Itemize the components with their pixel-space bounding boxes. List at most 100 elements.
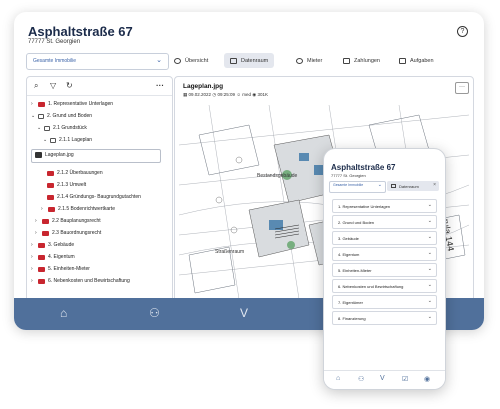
tree-item[interactable]: › 4. Eigentum (31, 252, 75, 262)
home-icon[interactable]: ⌂ (60, 306, 67, 320)
folder-tree-panel: ⌕ ▽ ↻ ··· › 1. Representative Unterlagen… (26, 76, 173, 302)
folder-open-icon (50, 137, 56, 143)
chevron-down-icon: ⌄ (427, 314, 432, 320)
list-item[interactable]: 3. Gebäude ⌄ (332, 231, 437, 245)
help-icon[interactable]: ? (457, 26, 468, 37)
page-subtitle: 77777 St. Georgien (331, 173, 366, 178)
logo-icon[interactable]: V (240, 306, 248, 320)
tree-item[interactable]: › 2.1.5 Bodenrichtwertkarte (41, 204, 115, 214)
tree-item[interactable]: ⌄ 2.1.1 Lageplan (43, 135, 92, 145)
folder-icon (47, 194, 54, 200)
folder-icon (42, 230, 49, 236)
folder-icon (47, 170, 54, 176)
chevron-right-icon: › (35, 218, 37, 224)
chevron-down-icon: ⌄ (37, 125, 42, 131)
chevron-right-icon: › (31, 266, 33, 272)
folder-icon (38, 266, 45, 272)
refresh-icon[interactable]: ↻ (66, 81, 73, 90)
chevron-right-icon: › (41, 206, 43, 212)
file-title: Lageplan.jpg (183, 83, 224, 90)
chevron-down-icon: ⌄ (43, 137, 48, 143)
list-item[interactable]: 4. Eigentum ⌄ (332, 247, 437, 261)
tree-item[interactable]: › 2.3 Bauordnungsrecht (35, 228, 101, 238)
home-icon[interactable]: ⌂ (336, 375, 340, 382)
chevron-down-icon: ⌄ (427, 250, 432, 256)
tab-label: Datenraum (399, 183, 419, 189)
phone-window: Asphaltstraße 67 77777 St. Georgien Gesa… (323, 148, 446, 390)
tasks-icon[interactable]: ☑ (402, 375, 408, 383)
tree-item[interactable]: 2.1.4 Gründungs- Baugrundgutachten (47, 192, 141, 202)
account-icon[interactable]: ◉ (424, 375, 430, 383)
clock-icon: ◷ (212, 92, 217, 97)
list-item[interactable]: 7. Eigentümer ⌄ (332, 295, 437, 309)
file-meta: ▦ 09.02.2022 ◷ 09:25:09 ☺ med ◉ 301K (183, 92, 268, 98)
users-icon[interactable]: ⚇ (149, 306, 160, 320)
chevron-right-icon: › (35, 230, 37, 236)
more-icon[interactable]: ··· (156, 81, 164, 90)
tab-tasks[interactable]: Aufgaben (393, 53, 440, 68)
page-title: Asphaltstraße 67 (28, 24, 133, 39)
property-select-value: Gesamte Immobilie (33, 58, 77, 64)
logo-icon[interactable]: V (380, 375, 385, 382)
tree-item[interactable]: › 6. Nebenkosten und Bewirtschaftung (31, 276, 130, 286)
tree-item[interactable]: 2.1.2 Überbauungen (47, 168, 103, 178)
property-select[interactable]: Gesamte Immobilie ⌄ (329, 181, 386, 193)
chevron-down-icon: ⌄ (427, 282, 432, 288)
tab-label: Zahlungen (354, 57, 380, 64)
folder-icon (48, 206, 55, 212)
users-icon (296, 57, 303, 64)
checkbox-icon (399, 57, 406, 64)
tab-label: Datenraum (241, 57, 269, 64)
tree-item[interactable]: ⌄ 2.1 Grundstück (37, 123, 87, 133)
tree-item[interactable]: ⌄ 2. Grund und Boden (31, 111, 92, 121)
tree-item[interactable]: › 1. Representative Unterlagen (31, 99, 113, 109)
folder-icon (38, 278, 45, 284)
chevron-down-icon: ⌄ (377, 182, 382, 188)
tab-label: Aufgaben (410, 57, 434, 64)
tree-item[interactable]: › 2.2 Bauplanungsrecht (35, 216, 101, 226)
chevron-down-icon: ⌄ (427, 298, 432, 304)
property-select[interactable]: Gesamte Immobilie ⌄ (26, 53, 169, 70)
tab-overview[interactable]: Übersicht (168, 53, 214, 68)
search-icon[interactable]: ⌕ (34, 81, 38, 91)
chevron-right-icon: › (31, 101, 33, 107)
filter-icon[interactable]: ▽ (50, 81, 56, 90)
property-select-value: Gesamte Immobilie (333, 183, 364, 187)
file-time: 09:25:09 (217, 92, 236, 97)
list-item[interactable]: 8. Finanzierung ⌄ (332, 311, 437, 325)
folder-icon (391, 184, 396, 188)
folder-icon (230, 57, 237, 64)
folder-icon (47, 182, 54, 188)
chevron-down-icon: ⌄ (427, 218, 432, 224)
page-title: Asphaltstraße 67 (331, 163, 396, 172)
folder-icon (38, 242, 45, 248)
tab-dataroom[interactable]: Datenraum × (387, 181, 439, 191)
tree-item[interactable]: 2.1.3 Umwelt (47, 180, 86, 190)
tab-label: Mieter (307, 57, 323, 64)
list-item[interactable]: 2. Grund und Boden ⌄ (332, 215, 437, 229)
users-icon[interactable]: ⚇ (358, 375, 364, 383)
gauge-icon (174, 57, 181, 64)
more-icon[interactable]: ··· (455, 82, 469, 94)
tab-payments[interactable]: Zahlungen (337, 53, 386, 68)
plan-label: Bestandsgebäude (257, 173, 298, 179)
list-item[interactable]: 6. Nebenkosten und Bewirtschaftung ⌄ (332, 279, 437, 293)
chevron-right-icon: › (31, 278, 33, 284)
close-icon[interactable]: × (433, 182, 436, 188)
chevron-down-icon: ⌄ (427, 202, 432, 208)
chevron-down-icon: ⌄ (156, 57, 162, 64)
list-item[interactable]: 5. Einheiten-Mieter ⌄ (332, 263, 437, 277)
list-item[interactable]: 1. Representative Unterlagen ⌄ (332, 199, 437, 213)
folder-icon (38, 101, 45, 107)
tab-dataroom[interactable]: Datenraum (224, 53, 275, 68)
page-subtitle: 77777 St. Georgien (28, 39, 81, 45)
chevron-right-icon: › (31, 242, 33, 248)
file-date: 09.02.2022 (188, 92, 212, 97)
tree-file[interactable]: Lageplan.jpg (35, 150, 74, 160)
bottom-nav-bar: ⌂ ⚇ V ☑ ◉ (324, 370, 445, 389)
folder-icon (38, 254, 45, 260)
tab-tenants[interactable]: Mieter (290, 53, 328, 68)
plan-label: Straßenraum (215, 249, 244, 255)
tree-item[interactable]: › 5. Einheiten-Mieter (31, 264, 90, 274)
tree-item[interactable]: › 3. Gebäude (31, 240, 74, 250)
